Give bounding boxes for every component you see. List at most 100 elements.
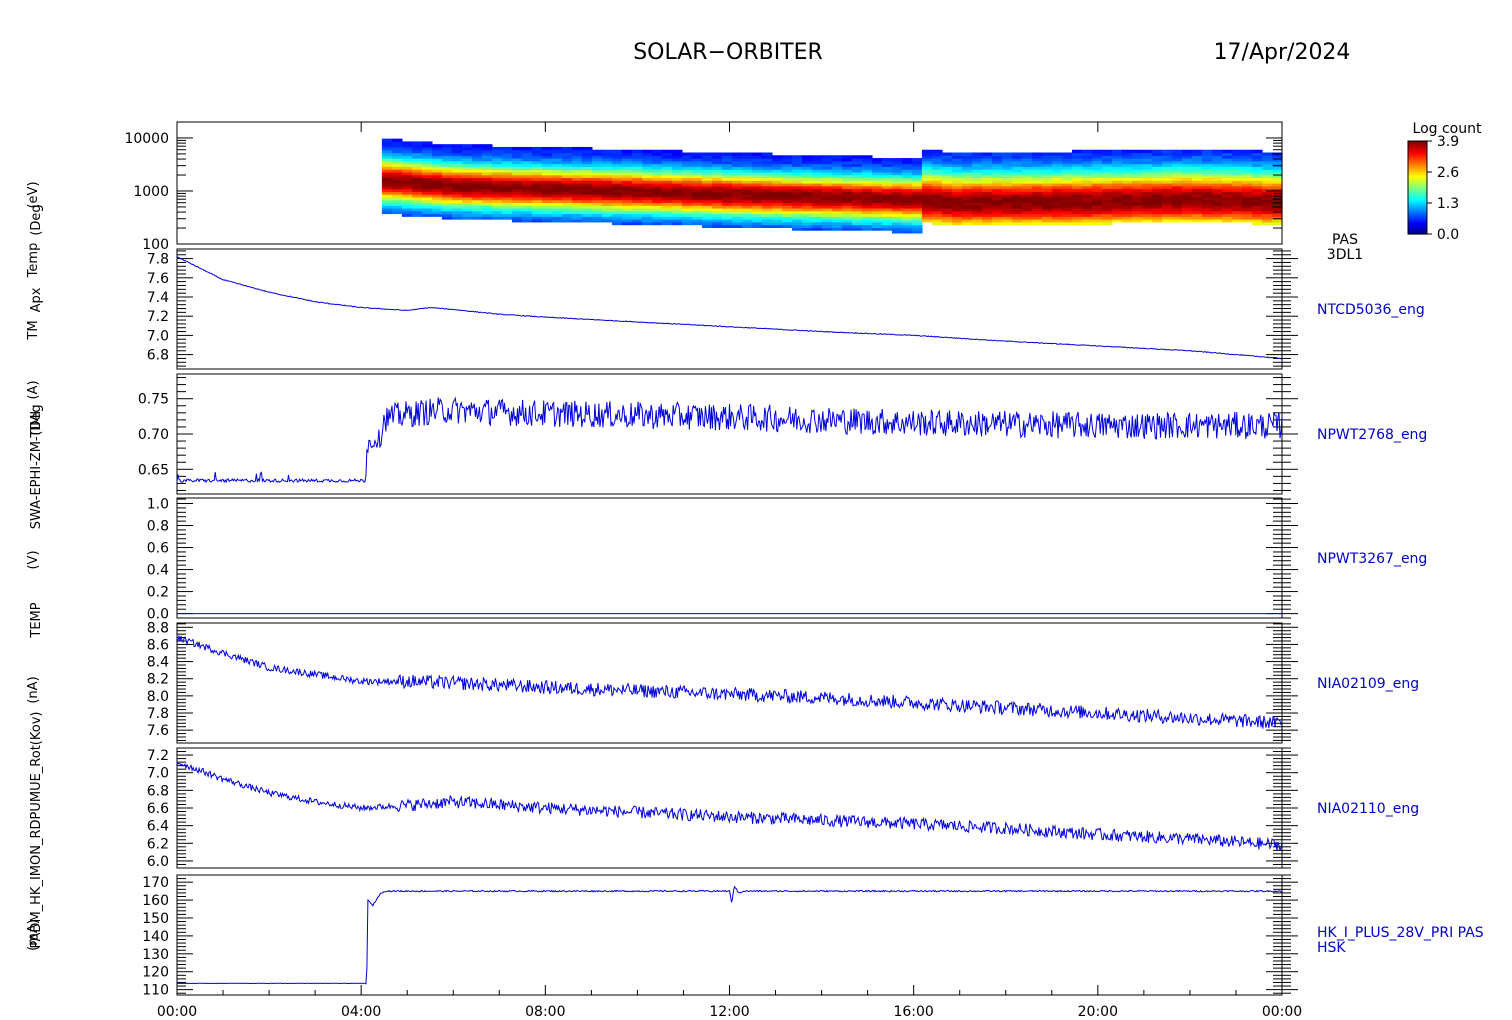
heatmap-panel: 10000 1000 100 PAS3DL1 bbox=[124, 121, 1363, 263]
line-panel: 1.00.80.60.40.20.0NPWT3267_eng bbox=[147, 497, 1428, 623]
y-axis-label: (A) bbox=[26, 380, 41, 399]
x-tick-label: 00:00 bbox=[1262, 1004, 1302, 1020]
y-axis-label: (mA) bbox=[26, 919, 41, 951]
heatmap-cell bbox=[1001, 152, 1013, 156]
heatmap-cell bbox=[821, 155, 833, 159]
heatmap-cell bbox=[981, 152, 993, 156]
heatmap-cell bbox=[631, 149, 643, 154]
panel-frame bbox=[176, 497, 1283, 619]
heatmap-cell bbox=[691, 152, 703, 156]
heatmap-cell bbox=[1121, 149, 1133, 154]
tick-label: 7.4 bbox=[147, 290, 169, 306]
tick-label: 8.0 bbox=[147, 689, 169, 705]
heatmap-panel-label: PAS bbox=[1332, 232, 1358, 248]
heatmap-tick-label: 10000 bbox=[124, 131, 169, 147]
heatmap-cell bbox=[661, 149, 673, 154]
line-panel: 8.88.6 8.48.28.07.87.6 NIA02109_eng bbox=[147, 620, 1419, 744]
heatmap-cell bbox=[961, 152, 973, 156]
tick-label: 7.6 bbox=[147, 271, 169, 287]
line-panel: 7.8 7.6 7.4 7.2 7.0 6.8 NTCD5036_eng bbox=[147, 248, 1425, 370]
heatmap-cell bbox=[601, 149, 613, 154]
heatmap-cell bbox=[711, 152, 723, 156]
heatmap-cell bbox=[1171, 149, 1183, 154]
heatmap-cell bbox=[811, 155, 823, 159]
heatmap-cell bbox=[581, 146, 593, 151]
heatmap-cell bbox=[871, 158, 883, 162]
x-tick-label: 04:00 bbox=[341, 1004, 381, 1020]
tick-label: 1.0 bbox=[147, 497, 169, 513]
tick-label: 7.2 bbox=[147, 748, 169, 764]
heatmap-cell bbox=[1031, 152, 1043, 156]
line-panel: 170 160 150 140 130 120 110 HK_I_PLUS_28V_PRI P… bbox=[142, 874, 1484, 999]
heatmap-cell bbox=[1041, 152, 1053, 156]
tick-label: 7.6 bbox=[147, 723, 169, 739]
heatmap-cell bbox=[941, 152, 953, 156]
heatmap-cell bbox=[881, 158, 893, 162]
tick-label: 6.8 bbox=[147, 348, 169, 364]
heatmap-cell bbox=[461, 144, 473, 148]
y-axis-label: PADM_HK_IMON_RDPUMUE_Rot(Kov) bbox=[29, 712, 44, 949]
series-trace bbox=[176, 885, 1283, 985]
heatmap-cell bbox=[901, 158, 913, 162]
tick-label: 130 bbox=[142, 947, 169, 963]
plot-canvas: SOLAR−ORBITER 17/Apr/2024 (eV)(DegTempAp… bbox=[26, 40, 1484, 1020]
heatmap-cell bbox=[781, 155, 793, 159]
tick-label: 0.8 bbox=[147, 519, 169, 535]
heatmap-cell bbox=[521, 146, 533, 151]
series-trace bbox=[176, 396, 1283, 484]
y-axis-label: (Deg bbox=[29, 404, 44, 435]
heatmap-cell bbox=[591, 149, 603, 154]
heatmap-cell bbox=[551, 146, 563, 151]
series-trace bbox=[176, 256, 1283, 360]
tick-label: 7.8 bbox=[147, 252, 169, 268]
tick-label: 170 bbox=[142, 875, 169, 891]
line-panel: 0.75 0.70 0.65 NPWT2768_eng bbox=[138, 373, 1427, 495]
tick-label: 7.2 bbox=[147, 309, 169, 325]
heatmap-cell bbox=[1081, 149, 1093, 154]
series-label-line2: HSK bbox=[1317, 940, 1346, 956]
heatmap-cell bbox=[841, 155, 853, 159]
x-axis: 00:00 04:00 08:00 12:00 16:00 20:00 00:00 bbox=[157, 122, 1302, 1020]
heatmap-cell bbox=[1051, 152, 1063, 156]
heatmap-cell bbox=[751, 152, 763, 156]
heatmap-cell bbox=[431, 144, 443, 148]
series-label: NTCD5036_eng bbox=[1317, 302, 1425, 318]
heatmap-cell bbox=[1191, 149, 1203, 154]
heatmap-cell bbox=[531, 146, 543, 151]
tick-label: 140 bbox=[142, 929, 169, 945]
colorbar-tick-label: 3.9 bbox=[1437, 134, 1459, 150]
heatmap-cell bbox=[541, 146, 553, 151]
heatmap-cell bbox=[891, 158, 903, 162]
tick-label: 8.4 bbox=[147, 655, 169, 671]
tick-label: 6.6 bbox=[147, 801, 169, 817]
x-tick-label: 00:00 bbox=[157, 1004, 197, 1020]
heatmap-cell bbox=[641, 149, 653, 154]
heatmap-cell bbox=[1011, 152, 1023, 156]
series-label: NPWT3267_eng bbox=[1317, 551, 1427, 567]
heatmap-cell bbox=[1111, 149, 1123, 154]
heatmap-cell bbox=[611, 149, 623, 154]
series-trace bbox=[176, 762, 1283, 852]
heatmap-cell bbox=[471, 144, 483, 148]
heatmap-cell bbox=[701, 152, 713, 156]
y-axis-label: (V) bbox=[26, 550, 41, 569]
heatmap-cell bbox=[451, 144, 463, 148]
heatmap-cell bbox=[381, 138, 393, 143]
x-tick-label: 12:00 bbox=[709, 1004, 749, 1020]
heatmap-cell bbox=[971, 152, 983, 156]
colorbar-tick-label: 2.6 bbox=[1437, 165, 1459, 181]
heatmap-cell bbox=[761, 152, 773, 156]
heatmap-cell bbox=[1151, 149, 1163, 154]
heatmap-cell bbox=[1131, 149, 1143, 154]
heatmap-cell bbox=[791, 155, 803, 159]
heatmap-cell bbox=[1262, 152, 1273, 156]
heatmap-cell bbox=[921, 149, 933, 154]
heatmap-cell bbox=[651, 149, 663, 154]
heatmap-cell bbox=[401, 141, 413, 145]
heatmap-tick-label: 100 bbox=[142, 237, 169, 253]
heatmap-cell bbox=[621, 149, 633, 154]
heatmap-cell bbox=[721, 152, 733, 156]
heatmap-cell bbox=[1241, 149, 1253, 154]
heatmap-cell bbox=[851, 155, 863, 159]
y-axis-label: (nA) bbox=[26, 676, 41, 703]
